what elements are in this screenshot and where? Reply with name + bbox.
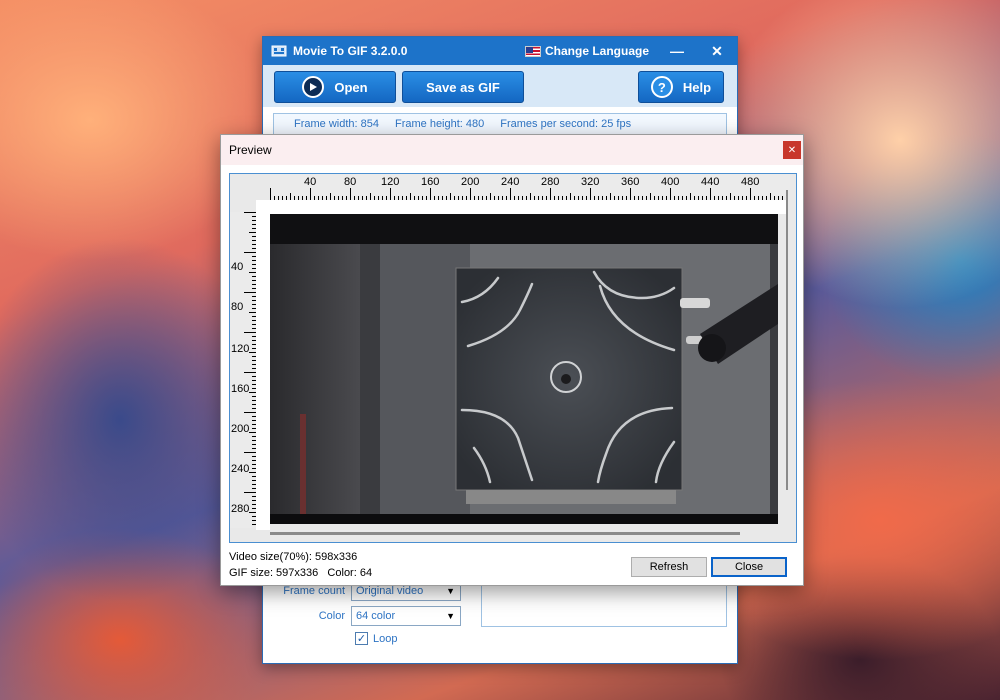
preview-titlebar: Preview ✕ [221,135,803,165]
close-window-icon[interactable]: ✕ [697,37,737,65]
ruler-left-label: 280 [231,503,250,515]
video-size-text: Video size(70%): 598x336 [229,551,358,563]
ruler-top-label: 40 [304,176,317,188]
frame-count-value: Original video [356,585,424,597]
ruler-left-label: 240 [231,463,250,475]
horizontal-scrollbar[interactable] [270,532,740,535]
color-label: Color [318,610,345,622]
ruler-left-label: 40 [231,261,244,273]
ruler-top-label: 240 [501,176,520,188]
ruler-left-label: 120 [231,343,250,355]
main-titlebar: Movie To GIF 3.2.0.0 Change Language — ✕ [263,37,737,65]
help-icon: ? [650,76,673,98]
save-gif-label: Save as GIF [426,79,500,95]
ruler-top-label: 400 [661,176,680,188]
app-title: Movie To GIF 3.2.0.0 [293,44,408,58]
ruler-top-label: 120 [381,176,400,188]
output-log-box [481,579,727,627]
frame-height-text: Frame height: 480 [394,118,485,130]
close-button[interactable]: Close [711,557,787,577]
us-flag-icon [524,45,541,57]
help-label: Help [682,79,712,95]
color-select[interactable]: 64 color ▼ [351,606,461,626]
loop-label: Loop [373,632,398,645]
open-button[interactable]: Open [274,71,396,103]
dropdown-arrow-icon: ▼ [446,586,455,596]
frame-count-label: Frame count [283,585,345,597]
video-preview-image [270,214,778,524]
fps-text: Frames per second: 25 fps [500,118,632,130]
refresh-label: Refresh [649,561,689,573]
ruler-left-label: 160 [231,383,250,395]
ruler-inner-strip-top [256,200,786,214]
toolbar: Open Save as GIF ? Help [263,65,737,107]
frame-width-text: Frame width: 854 [294,118,379,130]
play-icon [302,76,325,98]
help-button[interactable]: ? Help [638,71,724,103]
ruler-top-label: 440 [701,176,720,188]
video-info-panel: Frame width: 854 Frame height: 480 Frame… [273,113,727,135]
preview-title: Preview [229,143,272,157]
preview-close-icon[interactable]: ✕ [783,141,801,159]
minimize-icon[interactable]: — [657,37,697,65]
ruler-top-label: 160 [421,176,440,188]
ruler-top-label: 360 [621,176,640,188]
vertical-scrollbar[interactable] [786,190,788,490]
ruler-top-label: 200 [461,176,480,188]
ruler-top-label: 280 [541,176,560,188]
gif-info-text: GIF size: 597x336 Color: 64 [229,567,373,579]
ruler-left-label: 200 [231,423,250,435]
loop-checkbox[interactable]: ✓ [355,632,368,645]
change-language-label: Change Language [544,44,649,58]
close-label: Close [734,561,764,573]
loop-row: ✓ Loop [355,632,397,645]
ruler-left-label: 80 [231,301,244,313]
save-as-gif-button[interactable]: Save as GIF [402,71,524,103]
preview-dialog: Preview ✕ 40 80 120 160 200 240 280 320 … [220,134,804,586]
ruler-inner-strip-left [256,200,270,530]
ruler-top-label: 320 [581,176,600,188]
color-value: 64 color [356,610,396,622]
change-language-button[interactable]: Change Language [524,44,649,58]
dropdown-arrow-icon: ▼ [446,611,455,621]
open-label: Open [334,79,368,95]
film-app-icon [271,44,287,58]
preview-frame: 40 80 120 160 200 240 280 320 360 400 44… [229,173,797,543]
refresh-button[interactable]: Refresh [631,557,707,577]
color-row: Color 64 color ▼ [263,606,461,626]
ruler-top-label: 480 [741,176,760,188]
ruler-top-label: 80 [344,176,357,188]
